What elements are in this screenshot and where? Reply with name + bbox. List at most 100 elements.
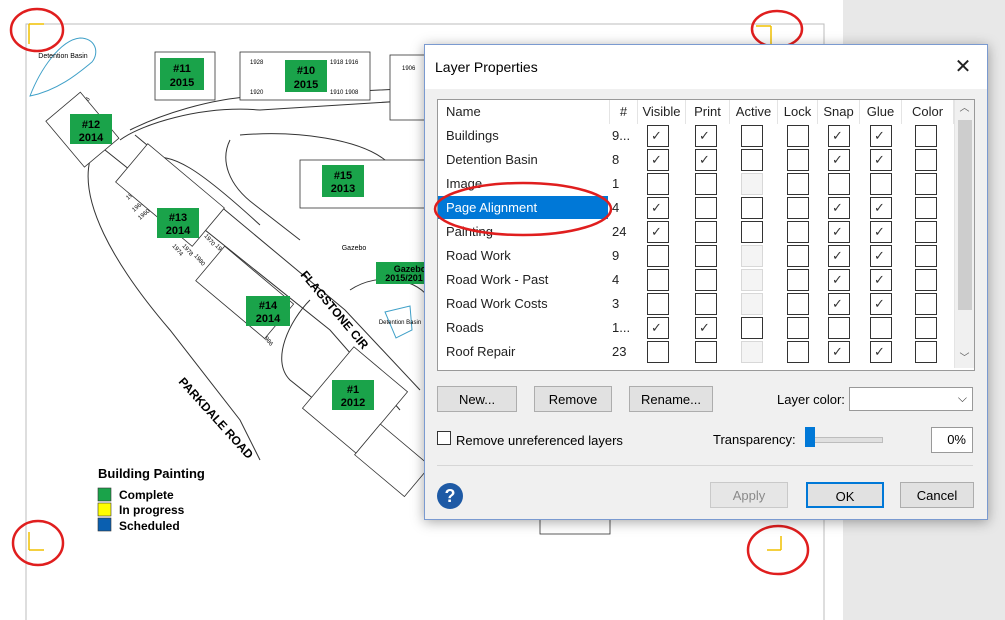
checkbox-lock[interactable] xyxy=(787,269,809,291)
checkbox-print[interactable]: ✓ xyxy=(695,317,717,339)
checkbox-color[interactable] xyxy=(915,149,937,171)
layer-row[interactable]: Road Work 9 ✓ ✓ xyxy=(438,244,954,268)
checkbox-lock[interactable] xyxy=(787,197,809,219)
layer-row[interactable]: Road Work Costs 3 ✓ ✓ xyxy=(438,292,954,316)
layer-color-select[interactable]: ⌵ xyxy=(849,387,973,411)
checkbox-visible[interactable] xyxy=(647,293,669,315)
checkbox-active[interactable] xyxy=(741,341,763,363)
column-header-active[interactable]: Active xyxy=(730,100,778,124)
layer-row[interactable]: Painting 24 ✓ ✓ ✓ xyxy=(438,220,954,244)
rename-button[interactable]: Rename... xyxy=(629,386,713,412)
layer-row[interactable]: Roof Repair 23 ✓ ✓ xyxy=(438,340,954,364)
remove-unreferenced-checkbox[interactable] xyxy=(437,431,451,445)
checkbox-color[interactable] xyxy=(915,293,937,315)
checkbox-lock[interactable] xyxy=(787,317,809,339)
checkbox-snap[interactable]: ✓ xyxy=(828,197,850,219)
checkbox-print[interactable]: ✓ xyxy=(695,125,717,147)
layer-name[interactable]: Detention Basin xyxy=(438,148,608,171)
checkbox-color[interactable] xyxy=(915,269,937,291)
column-header-lock[interactable]: Lock xyxy=(778,100,818,124)
checkbox-visible[interactable]: ✓ xyxy=(647,221,669,243)
checkbox-color[interactable] xyxy=(915,341,937,363)
checkbox-color[interactable] xyxy=(915,173,937,195)
checkbox-color[interactable] xyxy=(915,125,937,147)
checkbox-visible[interactable]: ✓ xyxy=(647,125,669,147)
transparency-value-field[interactable]: 0% xyxy=(931,427,973,453)
column-header-visible[interactable]: Visible xyxy=(638,100,686,124)
checkbox-lock[interactable] xyxy=(787,125,809,147)
checkbox-visible[interactable] xyxy=(647,173,669,195)
checkbox-glue[interactable] xyxy=(870,173,892,195)
layer-name[interactable]: Roof Repair xyxy=(438,340,608,363)
transparency-slider-track[interactable] xyxy=(809,437,883,443)
checkbox-print[interactable] xyxy=(695,245,717,267)
layer-row[interactable]: Roads 1... ✓ ✓ xyxy=(438,316,954,340)
layer-name[interactable]: Road Work - Past xyxy=(438,268,608,291)
layer-name[interactable]: Page Alignment xyxy=(438,196,608,219)
checkbox-lock[interactable] xyxy=(787,245,809,267)
checkbox-lock[interactable] xyxy=(787,341,809,363)
checkbox-snap[interactable]: ✓ xyxy=(828,293,850,315)
checkbox-active[interactable] xyxy=(741,173,763,195)
column-header-name[interactable]: Name xyxy=(438,100,610,124)
layer-name[interactable]: Road Work xyxy=(438,244,608,267)
checkbox-active[interactable] xyxy=(741,317,763,339)
layer-name[interactable]: Image xyxy=(438,172,608,195)
checkbox-snap[interactable]: ✓ xyxy=(828,245,850,267)
layer-name[interactable]: Roads xyxy=(438,316,608,339)
checkbox-snap[interactable]: ✓ xyxy=(828,341,850,363)
checkbox-snap[interactable]: ✓ xyxy=(828,125,850,147)
column-header-print[interactable]: Print xyxy=(686,100,730,124)
checkbox-active[interactable] xyxy=(741,125,763,147)
layer-row[interactable]: Image 1 xyxy=(438,172,954,196)
ok-button[interactable]: OK xyxy=(806,482,884,508)
scrollbar-thumb[interactable] xyxy=(958,120,972,310)
apply-button[interactable]: Apply xyxy=(710,482,788,508)
checkbox-snap[interactable]: ✓ xyxy=(828,221,850,243)
checkbox-snap[interactable] xyxy=(828,173,850,195)
layer-row[interactable]: Buildings 9... ✓ ✓ ✓ ✓ xyxy=(438,124,954,148)
checkbox-color[interactable] xyxy=(915,317,937,339)
remove-button[interactable]: Remove xyxy=(534,386,612,412)
checkbox-active[interactable] xyxy=(741,293,763,315)
checkbox-glue[interactable]: ✓ xyxy=(870,293,892,315)
checkbox-color[interactable] xyxy=(915,221,937,243)
checkbox-active[interactable] xyxy=(741,245,763,267)
checkbox-print[interactable] xyxy=(695,197,717,219)
checkbox-snap[interactable]: ✓ xyxy=(828,149,850,171)
checkbox-lock[interactable] xyxy=(787,221,809,243)
checkbox-visible[interactable] xyxy=(647,245,669,267)
checkbox-visible[interactable] xyxy=(647,341,669,363)
checkbox-snap[interactable]: ✓ xyxy=(828,269,850,291)
layer-row[interactable]: Page Alignment 4 ✓ ✓ ✓ xyxy=(438,196,954,220)
checkbox-glue[interactable]: ✓ xyxy=(870,149,892,171)
transparency-slider-thumb[interactable] xyxy=(805,427,815,447)
layer-name[interactable]: Buildings xyxy=(438,124,608,147)
close-icon[interactable]: ✕ xyxy=(949,53,977,81)
checkbox-visible[interactable]: ✓ xyxy=(647,317,669,339)
checkbox-visible[interactable]: ✓ xyxy=(647,197,669,219)
layer-row[interactable]: Road Work - Past 4 ✓ ✓ xyxy=(438,268,954,292)
column-header-color[interactable]: Color xyxy=(902,100,954,124)
dialog-titlebar[interactable]: Layer Properties ✕ xyxy=(425,45,987,89)
checkbox-print[interactable] xyxy=(695,341,717,363)
checkbox-print[interactable] xyxy=(695,221,717,243)
layer-name[interactable]: Painting xyxy=(438,220,608,243)
checkbox-lock[interactable] xyxy=(787,149,809,171)
checkbox-visible[interactable] xyxy=(647,269,669,291)
layer-list[interactable]: Name # Visible Print Active Lock Snap Gl… xyxy=(437,99,975,371)
checkbox-print[interactable] xyxy=(695,269,717,291)
scroll-down-icon[interactable]: ﹀ xyxy=(955,350,974,368)
checkbox-visible[interactable]: ✓ xyxy=(647,149,669,171)
cancel-button[interactable]: Cancel xyxy=(900,482,974,508)
checkbox-glue[interactable]: ✓ xyxy=(870,341,892,363)
checkbox-lock[interactable] xyxy=(787,173,809,195)
list-scrollbar[interactable]: ︿ ﹀ xyxy=(954,100,974,368)
scroll-up-icon[interactable]: ︿ xyxy=(955,100,974,118)
checkbox-print[interactable] xyxy=(695,173,717,195)
checkbox-lock[interactable] xyxy=(787,293,809,315)
checkbox-color[interactable] xyxy=(915,245,937,267)
help-icon[interactable]: ? xyxy=(437,483,463,509)
checkbox-glue[interactable]: ✓ xyxy=(870,221,892,243)
checkbox-glue[interactable]: ✓ xyxy=(870,125,892,147)
